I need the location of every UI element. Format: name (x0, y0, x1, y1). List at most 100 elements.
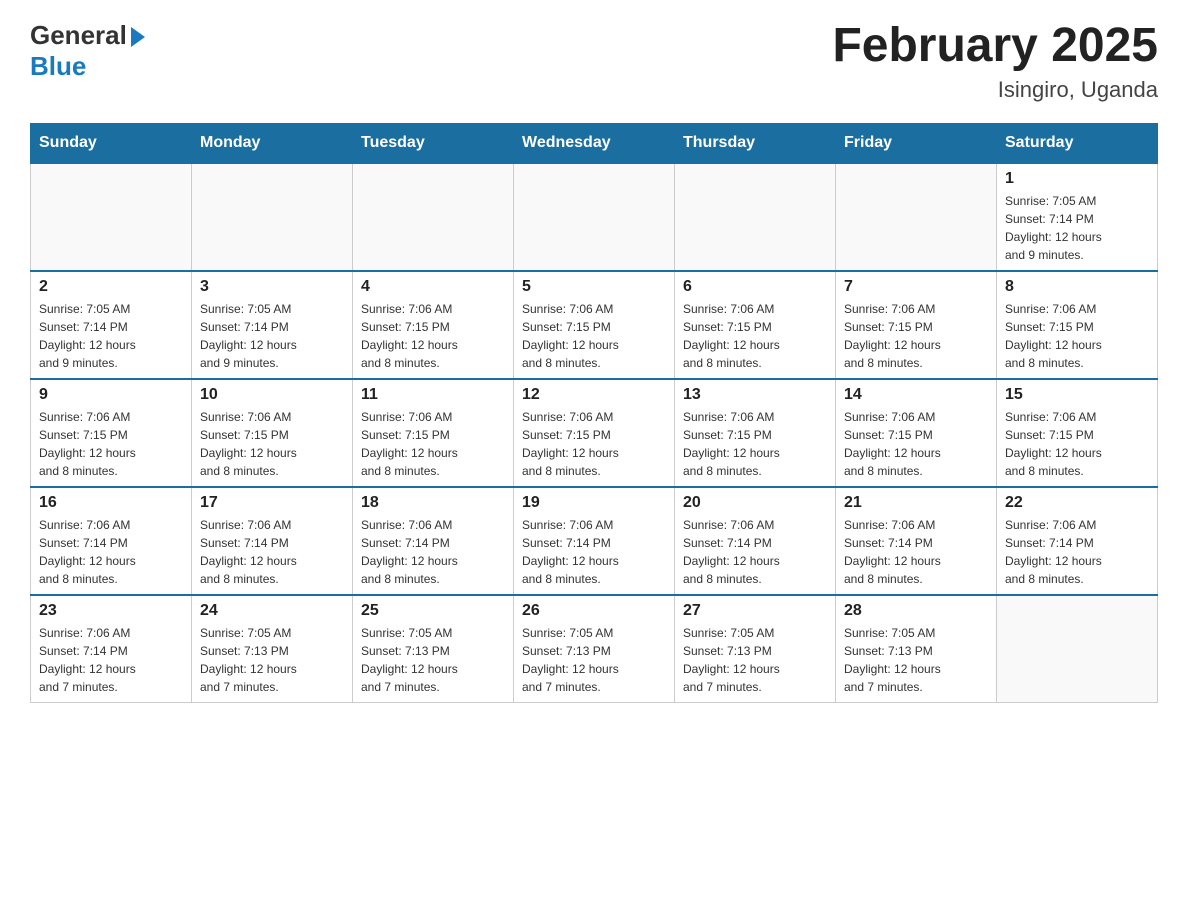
day-info: Sunrise: 7:06 AM Sunset: 7:14 PM Dayligh… (361, 516, 505, 588)
day-number: 21 (844, 494, 988, 512)
day-number: 9 (39, 386, 183, 404)
day-number: 10 (200, 386, 344, 404)
day-number: 1 (1005, 170, 1149, 188)
calendar-cell: 13Sunrise: 7:06 AM Sunset: 7:15 PM Dayli… (675, 379, 836, 487)
calendar-cell (836, 163, 997, 271)
calendar-cell: 25 Sunrise: 7:05 AM Sunset: 7:13 PM Dayli… (353, 595, 514, 703)
day-info: Sunrise: 7:06 AM Sunset: 7:14 PM Dayligh… (844, 516, 988, 588)
calendar-cell (675, 163, 836, 271)
logo: General Blue (30, 20, 145, 82)
day-number: 15 (1005, 386, 1149, 404)
day-info: Sunrise: 7:06 AM Sunset: 7:14 PM Dayligh… (522, 516, 666, 588)
title-block: February 2025 Isingiro, Uganda (832, 20, 1158, 103)
calendar-cell: 23 Sunrise: 7:06 AM Sunset: 7:14 PM Dayli… (31, 595, 192, 703)
calendar-cell: 18 Sunrise: 7:06 AM Sunset: 7:14 PM Dayli… (353, 487, 514, 595)
calendar-cell: 22 Sunrise: 7:06 AM Sunset: 7:14 PM Dayli… (997, 487, 1158, 595)
calendar-cell: 10 Sunrise: 7:06 AM Sunset: 7:15 PM Dayli… (192, 379, 353, 487)
day-info: Sunrise: 7:06 AM Sunset: 7:15 PM Dayligh… (683, 300, 827, 372)
calendar-cell: 7Sunrise: 7:06 AM Sunset: 7:15 PM Daylig… (836, 271, 997, 379)
day-number: 17 (200, 494, 344, 512)
day-info: Sunrise: 7:06 AM Sunset: 7:15 PM Dayligh… (361, 300, 505, 372)
calendar-week-4: 16Sunrise: 7:06 AM Sunset: 7:14 PM Dayli… (31, 487, 1158, 595)
day-info: Sunrise: 7:05 AM Sunset: 7:14 PM Dayligh… (39, 300, 183, 372)
day-number: 18 (361, 494, 505, 512)
calendar-cell (997, 595, 1158, 703)
day-info: Sunrise: 7:05 AM Sunset: 7:13 PM Dayligh… (683, 624, 827, 696)
calendar-cell: 19 Sunrise: 7:06 AM Sunset: 7:14 PM Dayli… (514, 487, 675, 595)
day-info: Sunrise: 7:05 AM Sunset: 7:13 PM Dayligh… (844, 624, 988, 696)
calendar-cell: 27 Sunrise: 7:05 AM Sunset: 7:13 PM Dayli… (675, 595, 836, 703)
calendar-cell: 2 Sunrise: 7:05 AM Sunset: 7:14 PM Daylig… (31, 271, 192, 379)
calendar-cell: 5 Sunrise: 7:06 AM Sunset: 7:15 PM Daylig… (514, 271, 675, 379)
day-info: Sunrise: 7:06 AM Sunset: 7:14 PM Dayligh… (200, 516, 344, 588)
day-info: Sunrise: 7:06 AM Sunset: 7:14 PM Dayligh… (39, 516, 183, 588)
calendar-header-friday: Friday (836, 123, 997, 163)
calendar-cell: 1 Sunrise: 7:05 AM Sunset: 7:14 PM Daylig… (997, 163, 1158, 271)
day-info: Sunrise: 7:06 AM Sunset: 7:15 PM Dayligh… (844, 300, 988, 372)
calendar-cell: 20Sunrise: 7:06 AM Sunset: 7:14 PM Dayli… (675, 487, 836, 595)
day-info: Sunrise: 7:06 AM Sunset: 7:15 PM Dayligh… (1005, 300, 1149, 372)
day-number: 23 (39, 602, 183, 620)
day-number: 25 (361, 602, 505, 620)
calendar-cell: 9 Sunrise: 7:06 AM Sunset: 7:15 PM Daylig… (31, 379, 192, 487)
calendar-cell: 12 Sunrise: 7:06 AM Sunset: 7:15 PM Dayli… (514, 379, 675, 487)
calendar-cell: 15 Sunrise: 7:06 AM Sunset: 7:15 PM Dayli… (997, 379, 1158, 487)
day-info: Sunrise: 7:06 AM Sunset: 7:15 PM Dayligh… (522, 408, 666, 480)
calendar-cell: 6 Sunrise: 7:06 AM Sunset: 7:15 PM Daylig… (675, 271, 836, 379)
calendar-header-thursday: Thursday (675, 123, 836, 163)
day-number: 6 (683, 278, 827, 296)
day-number: 11 (361, 386, 505, 404)
day-info: Sunrise: 7:05 AM Sunset: 7:14 PM Dayligh… (1005, 192, 1149, 264)
day-number: 5 (522, 278, 666, 296)
day-number: 22 (1005, 494, 1149, 512)
calendar-header-wednesday: Wednesday (514, 123, 675, 163)
calendar-cell: 11 Sunrise: 7:06 AM Sunset: 7:15 PM Dayli… (353, 379, 514, 487)
calendar-cell: 16Sunrise: 7:06 AM Sunset: 7:14 PM Dayli… (31, 487, 192, 595)
day-number: 26 (522, 602, 666, 620)
calendar-header-saturday: Saturday (997, 123, 1158, 163)
day-number: 2 (39, 278, 183, 296)
day-info: Sunrise: 7:05 AM Sunset: 7:13 PM Dayligh… (361, 624, 505, 696)
calendar-cell: 4Sunrise: 7:06 AM Sunset: 7:15 PM Daylig… (353, 271, 514, 379)
day-info: Sunrise: 7:06 AM Sunset: 7:15 PM Dayligh… (39, 408, 183, 480)
calendar-cell: 17 Sunrise: 7:06 AM Sunset: 7:14 PM Dayli… (192, 487, 353, 595)
day-number: 3 (200, 278, 344, 296)
day-info: Sunrise: 7:06 AM Sunset: 7:15 PM Dayligh… (522, 300, 666, 372)
day-info: Sunrise: 7:05 AM Sunset: 7:13 PM Dayligh… (522, 624, 666, 696)
calendar-header-tuesday: Tuesday (353, 123, 514, 163)
day-number: 28 (844, 602, 988, 620)
calendar-subtitle: Isingiro, Uganda (832, 77, 1158, 103)
calendar-cell: 26 Sunrise: 7:05 AM Sunset: 7:13 PM Dayli… (514, 595, 675, 703)
calendar-title: February 2025 (832, 20, 1158, 73)
calendar-week-3: 9 Sunrise: 7:06 AM Sunset: 7:15 PM Daylig… (31, 379, 1158, 487)
calendar-cell (353, 163, 514, 271)
calendar-header-sunday: Sunday (31, 123, 192, 163)
calendar-cell: 21 Sunrise: 7:06 AM Sunset: 7:14 PM Dayli… (836, 487, 997, 595)
day-info: Sunrise: 7:06 AM Sunset: 7:15 PM Dayligh… (1005, 408, 1149, 480)
logo-general-text: General (30, 20, 127, 51)
day-number: 24 (200, 602, 344, 620)
calendar-week-5: 23 Sunrise: 7:06 AM Sunset: 7:14 PM Dayli… (31, 595, 1158, 703)
calendar-cell: 24Sunrise: 7:05 AM Sunset: 7:13 PM Dayli… (192, 595, 353, 703)
day-number: 12 (522, 386, 666, 404)
calendar-cell: 28 Sunrise: 7:05 AM Sunset: 7:13 PM Dayli… (836, 595, 997, 703)
calendar-week-1: 1 Sunrise: 7:05 AM Sunset: 7:14 PM Daylig… (31, 163, 1158, 271)
day-info: Sunrise: 7:05 AM Sunset: 7:14 PM Dayligh… (200, 300, 344, 372)
day-info: Sunrise: 7:06 AM Sunset: 7:15 PM Dayligh… (200, 408, 344, 480)
logo-triangle-icon (131, 27, 145, 47)
day-number: 8 (1005, 278, 1149, 296)
calendar-week-2: 2 Sunrise: 7:05 AM Sunset: 7:14 PM Daylig… (31, 271, 1158, 379)
day-number: 27 (683, 602, 827, 620)
calendar-header-row: SundayMondayTuesdayWednesdayThursdayFrid… (31, 123, 1158, 163)
day-number: 19 (522, 494, 666, 512)
calendar-cell (31, 163, 192, 271)
calendar-cell: 8 Sunrise: 7:06 AM Sunset: 7:15 PM Daylig… (997, 271, 1158, 379)
day-info: Sunrise: 7:06 AM Sunset: 7:15 PM Dayligh… (361, 408, 505, 480)
day-info: Sunrise: 7:06 AM Sunset: 7:14 PM Dayligh… (1005, 516, 1149, 588)
day-info: Sunrise: 7:06 AM Sunset: 7:15 PM Dayligh… (844, 408, 988, 480)
calendar-table: SundayMondayTuesdayWednesdayThursdayFrid… (30, 123, 1158, 703)
day-number: 20 (683, 494, 827, 512)
day-info: Sunrise: 7:06 AM Sunset: 7:14 PM Dayligh… (39, 624, 183, 696)
calendar-cell (192, 163, 353, 271)
page-header: General Blue February 2025 Isingiro, Uga… (30, 20, 1158, 103)
